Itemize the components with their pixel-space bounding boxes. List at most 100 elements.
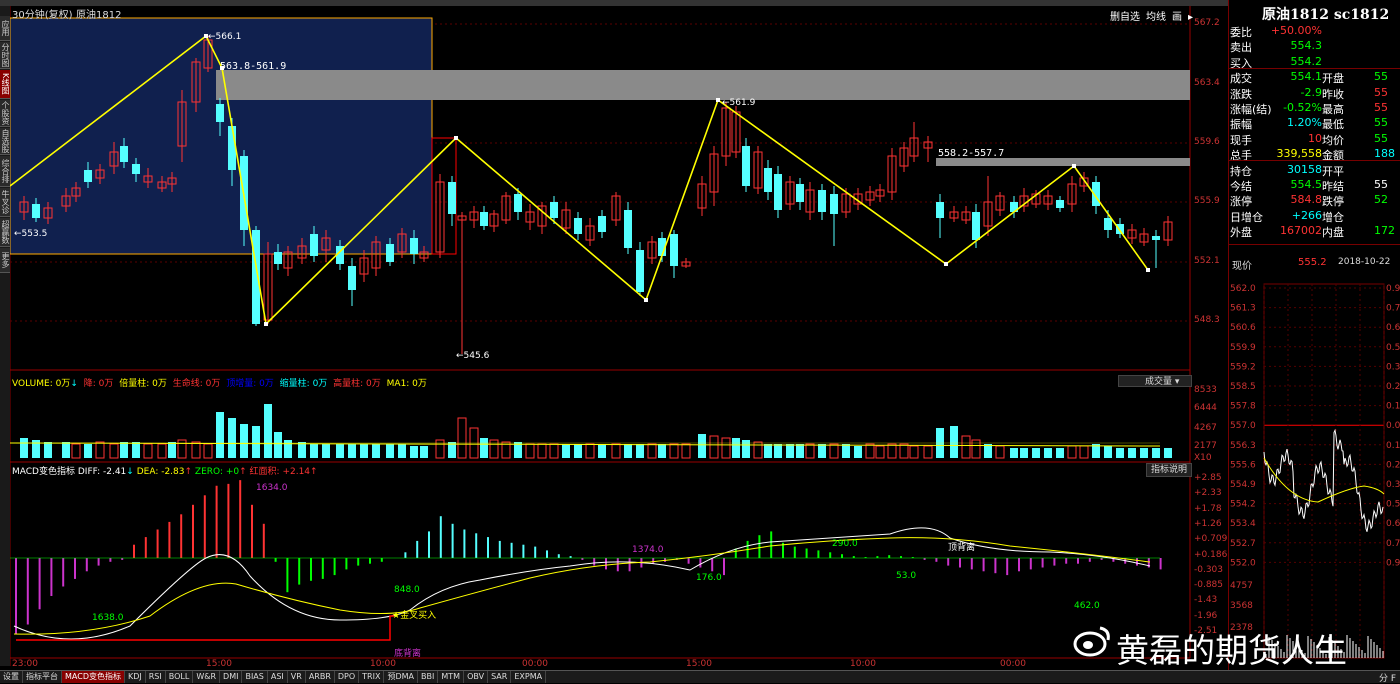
left-tab-0[interactable]: 应用	[0, 16, 10, 41]
candle-body	[310, 234, 318, 256]
volume-bar	[168, 442, 176, 458]
volume-item-3: 顶增量: 0万	[226, 379, 277, 389]
quote-value: 554.1	[1290, 70, 1323, 84]
volume-bar	[120, 442, 128, 458]
mini-left-tick: 556.3	[1230, 441, 1256, 451]
volume-tick: 8533	[1194, 385, 1217, 395]
quote-value: 172	[1374, 224, 1395, 238]
toolbar-item-0[interactable]: 删自选	[1110, 12, 1140, 23]
candle-body	[972, 212, 980, 240]
indicator-tab-5[interactable]: BOLL	[166, 671, 194, 683]
indicator-tab-2[interactable]: MACD变色指标	[62, 671, 125, 683]
time-tick: 23:00	[12, 659, 38, 669]
left-tab-6[interactable]: 牛叉诊股	[0, 188, 10, 217]
indicator-tab-12[interactable]: DPO	[335, 671, 360, 683]
volume-bar	[549, 443, 559, 459]
resistance-band	[216, 70, 1190, 100]
volume-bar	[774, 444, 782, 458]
quote-value: +266	[1291, 208, 1322, 222]
volume-bar	[322, 444, 330, 458]
current-price-label: 现价	[1232, 261, 1252, 272]
macd-tick: +2.33	[1194, 488, 1222, 499]
indicator-tab-16[interactable]: MTM	[438, 671, 465, 683]
volume-bar	[398, 444, 406, 458]
quote-label: 涨停	[1230, 195, 1252, 209]
volume-bar	[1164, 448, 1172, 458]
indicator-tab-7[interactable]: DMI	[220, 671, 243, 683]
indicator-help-button[interactable]: 指标说明	[1146, 463, 1192, 477]
volume-bar	[732, 438, 740, 458]
volume-bar	[252, 426, 260, 458]
intraday-mini-chart[interactable]: 562.0 0.90 561.3 0.77 560.6 0.64 559.9 0.51 559.…	[1228, 282, 1400, 670]
volume-bar	[984, 444, 992, 458]
volume-bar	[216, 412, 224, 458]
indicator-tab-10[interactable]: VR	[288, 671, 306, 683]
indicator-tab-17[interactable]: OBV	[464, 671, 489, 683]
quote-value: 55	[1374, 131, 1388, 145]
bottom-right-btn-1[interactable]: F	[1391, 674, 1396, 684]
indicator-tab-1[interactable]: 指标平台	[23, 671, 62, 683]
volume-bar	[611, 443, 621, 459]
indicator-tab-3[interactable]: KDJ	[125, 671, 146, 683]
volume-bar	[228, 418, 236, 458]
quote-value: 55	[1374, 70, 1388, 84]
volume-bar	[20, 438, 28, 458]
left-tab-4[interactable]: 自选股	[0, 128, 10, 155]
indicator-tab-14[interactable]: 预DMA	[384, 671, 419, 683]
quote-value: 339,558	[1276, 147, 1323, 161]
quote-value: 167002	[1280, 224, 1322, 238]
quote-value: -2.9	[1300, 85, 1322, 99]
zigzag-node	[1146, 268, 1150, 272]
toolbar-item-2[interactable]: 画	[1172, 12, 1182, 23]
indicator-tab-13[interactable]: TRIX	[359, 671, 385, 683]
macd-annotation: 848.0	[394, 585, 420, 595]
watermark-text: 黄磊的期货人生	[1116, 631, 1347, 670]
indicator-tab-0[interactable]: 设置	[0, 671, 23, 683]
indicator-tab-6[interactable]: W&R	[193, 671, 221, 683]
left-tab-5[interactable]: 综合排名	[0, 156, 10, 187]
volume-bar	[157, 443, 167, 459]
mini-left-tick: 552.0	[1230, 558, 1256, 568]
macd-annotation: 462.0	[1074, 601, 1100, 611]
volume-bar	[1152, 448, 1160, 458]
bottom-right-btn-0[interactable]: 分	[1379, 674, 1391, 684]
left-tab-2[interactable]: K线图	[0, 70, 10, 99]
candle-body	[574, 218, 582, 234]
indicator-tab-18[interactable]: SAR	[488, 671, 512, 683]
indicator-tab-9[interactable]: ASI	[268, 671, 288, 683]
kline-chart[interactable]: 563.8-561.9 558.2-557.7 ←566.1 ←561.9 ←545.6…	[10, 6, 1220, 670]
mini-right-tick: 0.26	[1386, 382, 1400, 392]
volume-bar	[585, 443, 595, 459]
left-tab-1[interactable]: 分时图	[0, 42, 10, 69]
mini-vol-tick: 3568	[1230, 601, 1253, 611]
volume-bar	[854, 446, 862, 458]
volume-bar	[598, 444, 606, 458]
indicator-tab-8[interactable]: BIAS	[242, 671, 268, 683]
toolbar-item-1[interactable]: 均线	[1146, 12, 1166, 23]
period-label[interactable]: 30分钟(复权)	[12, 6, 73, 21]
indicator-tab-4[interactable]: RSI	[146, 671, 166, 683]
quote-label: 涨跌	[1230, 87, 1252, 101]
volume-bar	[950, 426, 958, 458]
volume-selector[interactable]: 成交量 ▾	[1118, 375, 1192, 387]
indicator-tab-11[interactable]: ARBR	[306, 671, 335, 683]
volume-bar	[786, 444, 794, 458]
volume-item-2: 生命线: 0万	[172, 379, 224, 389]
volume-bar	[1067, 445, 1077, 459]
left-tab-7[interactable]: 超赢数据	[0, 218, 10, 247]
left-tab-8[interactable]: 更多	[0, 248, 10, 273]
mini-right-tick: 0.13	[1386, 441, 1400, 451]
mini-right-tick: 0.26	[1386, 460, 1400, 470]
indicator-tab-19[interactable]: EXPMA	[511, 671, 547, 683]
volume-bar	[264, 404, 272, 458]
volume-bar	[372, 444, 380, 458]
macd-diff: DIFF: -2.41	[77, 467, 127, 477]
quote-label: 日增仓	[1230, 210, 1263, 224]
chevron-right-icon[interactable]: ▸	[1188, 12, 1193, 23]
candle-body	[670, 234, 678, 266]
indicator-tab-15[interactable]: BBI	[418, 671, 439, 683]
quote-value: +50.00%	[1270, 24, 1322, 37]
zigzag-node	[1072, 164, 1076, 168]
candle-body	[936, 202, 944, 218]
left-tab-3[interactable]: 个股资料	[0, 100, 10, 127]
